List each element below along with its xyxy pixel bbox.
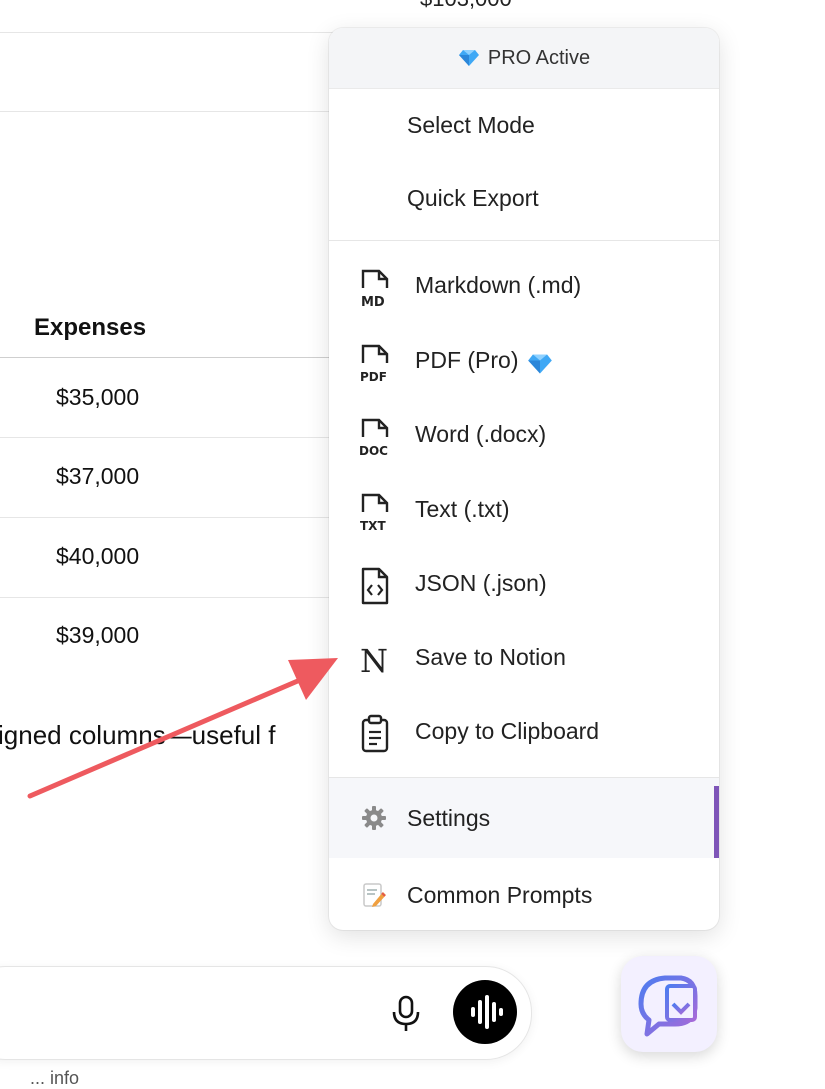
svg-text:DOC: DOC bbox=[359, 444, 388, 457]
row-divider bbox=[0, 517, 340, 518]
memo-icon bbox=[363, 883, 386, 907]
svg-text:TXT: TXT bbox=[360, 519, 386, 532]
word-file-icon: DOC bbox=[359, 418, 389, 457]
copy-to-clipboard-label: Copy to Clipboard bbox=[415, 718, 600, 744]
svg-text:MD: MD bbox=[361, 295, 385, 308]
row-divider bbox=[0, 437, 340, 438]
export-text-label: Text (.txt) bbox=[415, 496, 510, 522]
diamond-icon bbox=[458, 50, 479, 66]
pdf-file-icon: PDF bbox=[360, 344, 389, 383]
chat-export-icon bbox=[638, 975, 698, 1037]
settings-item[interactable]: Settings bbox=[329, 778, 719, 858]
export-pdf-label: PDF (Pro) bbox=[415, 347, 519, 373]
divider bbox=[0, 111, 340, 112]
divider bbox=[0, 32, 340, 33]
svg-text:N: N bbox=[360, 642, 388, 680]
export-menu: PRO Active Select Mode Quick Export MD M… bbox=[329, 28, 719, 930]
export-pdf-item[interactable]: PDF PDF (Pro) bbox=[329, 333, 719, 393]
footer-hint: ... info bbox=[30, 1068, 80, 1088]
pro-diamond-icon bbox=[528, 354, 552, 374]
export-json-label: JSON (.json) bbox=[415, 570, 547, 596]
gear-icon bbox=[362, 806, 386, 830]
common-prompts-label: Common Prompts bbox=[407, 882, 593, 908]
table-header-line bbox=[0, 357, 340, 358]
clipboard-icon bbox=[361, 714, 389, 753]
save-to-notion-label: Save to Notion bbox=[415, 644, 566, 670]
table-cell: $37,000 bbox=[56, 463, 140, 489]
export-word-label: Word (.docx) bbox=[415, 421, 547, 447]
pro-status-label: PRO Active bbox=[487, 46, 591, 69]
table-column-header: Expenses bbox=[34, 314, 147, 341]
menu-divider bbox=[329, 240, 719, 241]
notion-icon: N bbox=[360, 642, 388, 680]
export-text-item[interactable]: TXT Text (.txt) bbox=[329, 482, 719, 542]
waveform-icon bbox=[471, 995, 503, 1029]
settings-label: Settings bbox=[407, 805, 491, 831]
microphone-icon[interactable] bbox=[388, 994, 424, 1034]
table-cell: $35,000 bbox=[56, 384, 140, 410]
save-to-notion-item[interactable]: N Save to Notion bbox=[329, 630, 719, 690]
export-markdown-item[interactable]: MD Markdown (.md) bbox=[329, 258, 719, 318]
active-indicator bbox=[714, 786, 719, 858]
export-json-item[interactable]: JSON (.json) bbox=[329, 556, 719, 616]
export-markdown-label: Markdown (.md) bbox=[415, 272, 582, 298]
pro-status-banner: PRO Active bbox=[329, 28, 719, 89]
json-file-icon bbox=[361, 567, 389, 605]
export-extension-button[interactable] bbox=[621, 956, 717, 1052]
svg-text:PDF: PDF bbox=[360, 370, 387, 383]
quick-export-item[interactable]: Quick Export bbox=[407, 185, 539, 212]
export-word-item[interactable]: DOC Word (.docx) bbox=[329, 407, 719, 467]
copy-to-clipboard-item[interactable]: Copy to Clipboard bbox=[329, 704, 719, 764]
top-amount: $103,000 bbox=[420, 0, 512, 12]
table-cell: $39,000 bbox=[56, 622, 140, 648]
voice-mode-button[interactable] bbox=[453, 980, 517, 1044]
common-prompts-item[interactable]: Common Prompts bbox=[329, 858, 719, 930]
response-text: igned columns—useful f bbox=[0, 720, 276, 750]
text-file-icon: TXT bbox=[360, 493, 389, 532]
row-divider bbox=[0, 597, 340, 598]
table-cell: $40,000 bbox=[56, 543, 140, 569]
markdown-file-icon: MD bbox=[361, 269, 389, 308]
select-mode-item[interactable]: Select Mode bbox=[407, 112, 535, 139]
